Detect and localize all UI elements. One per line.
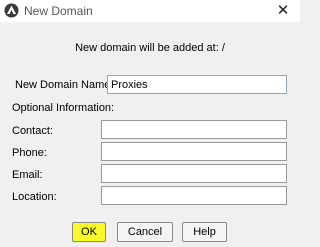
phone-input[interactable] xyxy=(101,142,287,161)
location-label: Location: xyxy=(12,191,57,203)
title-bar: New Domain ✕ xyxy=(0,0,300,22)
app-logo-icon xyxy=(4,3,19,18)
help-button[interactable]: Help xyxy=(182,222,227,242)
domain-name-input[interactable] xyxy=(107,75,287,94)
email-input[interactable] xyxy=(101,164,287,183)
contact-label: Contact: xyxy=(12,125,53,137)
email-label: Email: xyxy=(12,169,43,181)
ok-button[interactable]: OK xyxy=(72,222,106,242)
close-icon[interactable]: ✕ xyxy=(266,0,300,22)
location-input[interactable] xyxy=(101,186,287,205)
domain-name-label: New Domain Name: xyxy=(15,79,114,91)
contact-input[interactable] xyxy=(101,120,287,139)
domain-path-message: New domain will be added at: / xyxy=(75,42,225,54)
optional-info-heading: Optional Information: xyxy=(12,102,115,114)
cancel-button[interactable]: Cancel xyxy=(117,222,173,242)
phone-label: Phone: xyxy=(12,147,47,159)
window-title: New Domain xyxy=(24,4,93,18)
